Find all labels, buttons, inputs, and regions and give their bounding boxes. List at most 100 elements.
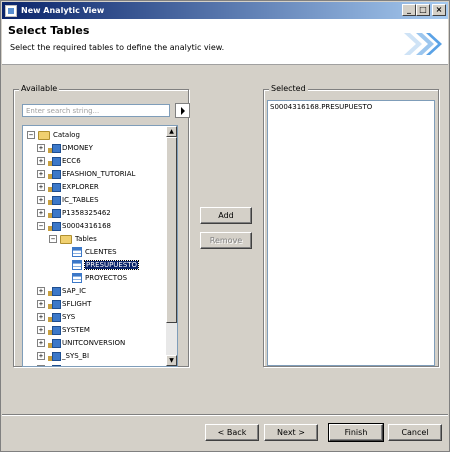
tree-node[interactable]: PRESUPUESTO [61,259,140,271]
new-analytic-view-dialog: New Analytic View _ □ × Select Tables Se… [0,0,450,452]
table-icon [72,260,82,270]
expand-icon[interactable]: + [37,170,45,178]
tree-node-label: DMONEY [62,144,93,152]
maximize-button[interactable]: □ [416,4,430,16]
tree-node[interactable]: + SYS [37,311,75,323]
tree-node[interactable]: + _SYS_BIC [37,363,94,366]
add-button[interactable]: Add [200,207,252,224]
tree-node[interactable]: − Tables [49,233,97,245]
expand-icon[interactable]: + [37,326,45,334]
close-button[interactable]: × [432,4,446,16]
tree-node-label: SAP_IC [62,287,87,295]
scroll-down-icon[interactable]: ▼ [166,355,177,366]
db-icon [48,156,61,166]
scroll-up-icon[interactable]: ▲ [166,126,177,137]
tree-node[interactable]: + DMONEY [37,142,93,154]
tree-node-label: Catalog [53,131,80,139]
selected-label: Selected [269,84,308,93]
collapse-icon[interactable]: − [49,235,57,243]
expand-icon[interactable]: + [37,196,45,204]
folder-icon [38,130,50,140]
tree-node-label: _SYS_BI [62,352,90,360]
window-title: New Analytic View [21,6,105,15]
expand-icon[interactable]: + [37,300,45,308]
db-icon [48,195,61,205]
db-icon [48,208,61,218]
selected-group: Selected S0004316168.PRESUPUESTO [263,84,439,367]
back-button[interactable]: < Back [205,424,259,441]
remove-button[interactable]: Remove [200,232,252,249]
db-icon [48,325,61,335]
collapse-icon[interactable]: − [27,131,35,139]
tree-node-label: UNITCONVERSION [62,339,126,347]
tree-node[interactable]: + EFASHION_TUTORIAL [37,168,135,180]
expand-icon[interactable]: + [37,157,45,165]
expand-icon[interactable]: + [37,339,45,347]
db-icon [48,169,61,179]
expand-icon[interactable]: + [37,313,45,321]
title-bar[interactable]: New Analytic View _ □ × [2,2,448,19]
folder-icon [60,234,72,244]
table-icon [72,273,82,283]
db-icon [48,338,61,348]
tree-node[interactable]: + UNITCONVERSION [37,337,125,349]
tree-node-label: IC_TABLES [62,196,99,204]
table-icon [72,247,82,257]
wizard-banner: Select Tables Select the required tables… [2,19,448,65]
tree-node[interactable]: + P1358325462 [37,207,111,219]
tree-node-label: EXPLORER [62,183,99,191]
catalog-tree[interactable]: ▲ ▼ − Catalog + DMONEY + ECC6 + EFASHION_TUTORI… [22,125,178,367]
db-icon [48,143,61,153]
tree-node[interactable]: PROYECTOS [61,272,127,284]
tree-node-label: S0004316168 [62,222,111,230]
expand-icon[interactable]: + [37,183,45,191]
search-button[interactable] [175,103,190,118]
tree-node[interactable]: + SAP_IC [37,285,86,297]
selected-list[interactable]: S0004316168.PRESUPUESTO [267,100,435,366]
tree-node[interactable]: + IC_TABLES [37,194,99,206]
db-icon [48,286,61,296]
tree-node-label: SYSTEM [62,326,90,334]
page-description: Select the required tables to define the… [10,43,225,52]
expand-icon[interactable]: + [37,209,45,217]
tree-node-label: CLENTES [85,248,117,256]
tree-node-label: SFLIGHT [62,300,92,308]
tree-scrollbar[interactable]: ▲ ▼ [166,126,177,366]
tree-node-label: PROYECTOS [85,274,128,282]
window-controls: _ □ × [402,4,446,16]
available-label: Available [19,84,60,93]
next-button[interactable]: Next > [264,424,318,441]
collapse-icon[interactable]: − [37,222,45,230]
finish-button[interactable]: Finish [328,423,384,442]
available-group: Available Enter search string... ▲ ▼ − Ca… [13,84,190,367]
tree-node-label: _SYS_BIC [62,365,94,366]
tree-node[interactable]: + ECC6 [37,155,81,167]
db-icon [48,351,61,361]
expand-icon[interactable]: + [37,144,45,152]
list-item[interactable]: S0004316168.PRESUPUESTO [270,103,432,111]
expand-icon[interactable]: + [37,365,45,366]
tree-node-label: ECC6 [62,157,81,165]
expand-icon[interactable]: + [37,352,45,360]
db-icon [48,364,61,366]
tree-node[interactable]: − Catalog [27,129,80,141]
tree-node[interactable]: − S0004316168 [37,220,111,232]
scroll-thumb[interactable] [166,137,177,323]
db-icon [48,299,61,309]
expand-icon[interactable]: + [37,287,45,295]
db-icon [48,182,61,192]
page-title: Select Tables [8,24,90,37]
tree-node-label: P1358325462 [62,209,111,217]
tree-node-label: EFASHION_TUTORIAL [62,170,136,178]
search-input[interactable]: Enter search string... [22,104,170,117]
db-icon [48,221,61,231]
tree-node[interactable]: + SFLIGHT [37,298,91,310]
tree-node[interactable]: + SYSTEM [37,324,90,336]
cancel-button[interactable]: Cancel [388,424,442,441]
tree-node-label: SYS [62,313,76,321]
minimize-button[interactable]: _ [402,4,416,16]
tree-node[interactable]: + EXPLORER [37,181,99,193]
arrow-right-icon [180,106,185,115]
tree-node[interactable]: + _SYS_BI [37,350,89,362]
tree-node[interactable]: CLENTES [61,246,117,258]
